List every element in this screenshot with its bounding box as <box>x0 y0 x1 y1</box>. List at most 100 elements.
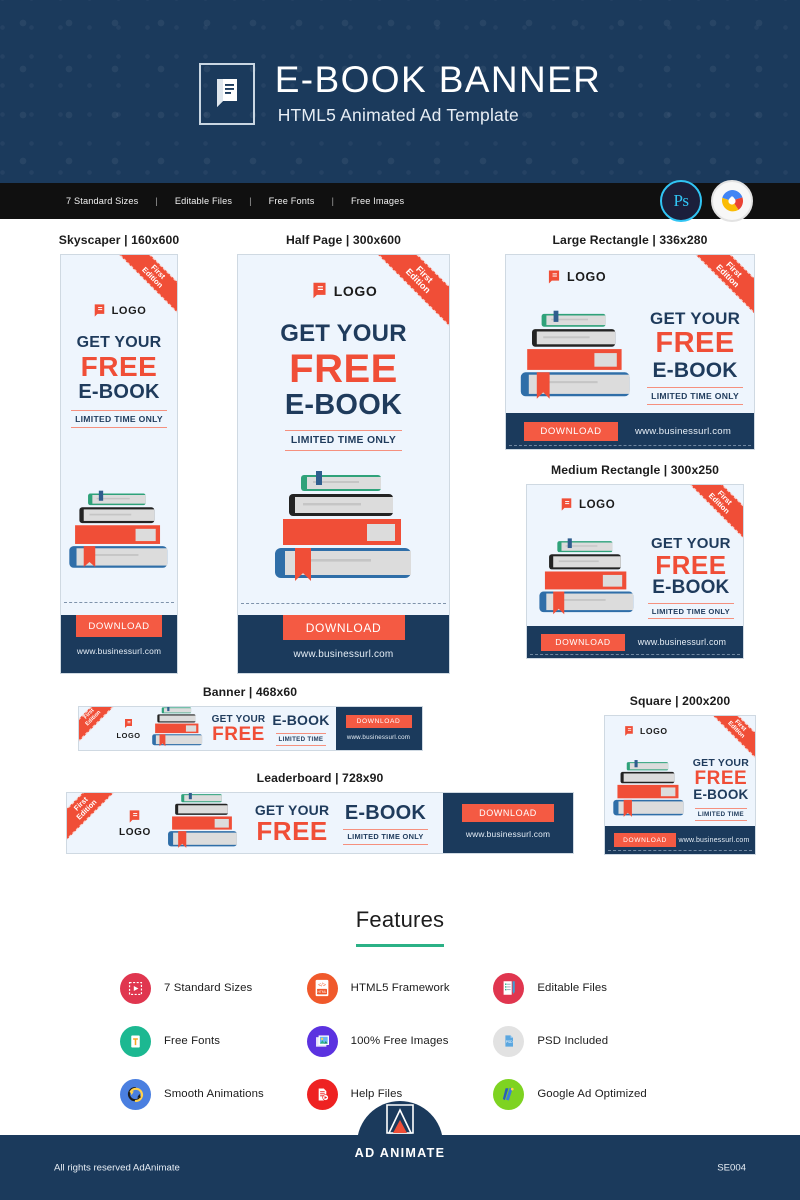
ad-medium-rectangle[interactable]: First Edition LOGO GET YOUR FREE E-BOOK … <box>526 484 744 659</box>
headline-free: FREE <box>655 327 735 360</box>
ribbon-first-edition: First Edition <box>704 716 755 762</box>
limited-time-label: LIMITED TIME ONLY <box>284 429 403 451</box>
limited-time-label: LIMITED TIME ONLY <box>71 410 167 429</box>
footer-brand-block: AD ANIMATE <box>330 1099 470 1160</box>
headline-ebook: E-BOOK <box>652 358 738 382</box>
footer: AD ANIMATE All rights reserved AdAnimate… <box>0 1101 800 1200</box>
preview-label-large-rectangle: Large Rectangle | 336x280 <box>552 233 708 247</box>
feature-bar-separator: | <box>249 195 252 207</box>
feature-label: Free Fonts <box>164 1035 221 1048</box>
headline-get-your: GET YOUR <box>650 309 741 329</box>
feature-label: Google Ad Optimized <box>537 1088 647 1101</box>
feature-item-images: 100% Free Images <box>306 1025 494 1057</box>
feature-item-editable: Editable Files <box>493 972 680 1004</box>
feature-label: Editable Files <box>537 982 608 995</box>
headline-free: FREE <box>256 816 328 846</box>
headline-ebook: E-BOOK <box>652 577 730 599</box>
feature-label: 100% Free Images <box>350 1035 449 1048</box>
features-divider <box>356 944 444 947</box>
ad-banner[interactable]: First Edition LOGO GET YOUR FREE E-BOOK … <box>77 706 423 751</box>
limited-time-label: LIMITED TIME ONLY <box>343 828 428 845</box>
svg-text:</>: </> <box>318 983 326 989</box>
logo-word: LOGO <box>640 726 668 736</box>
download-button[interactable]: DOWNLOAD <box>76 615 162 637</box>
book-stack-illustration <box>269 469 419 590</box>
ad-large-rectangle[interactable]: First Edition LOGO GET YOUR FREE E-BOOK … <box>505 254 755 450</box>
headline-free: FREE <box>289 347 398 391</box>
logo-book-icon <box>94 304 104 317</box>
download-button[interactable]: DOWNLOAD <box>541 633 625 651</box>
headline-free: FREE <box>694 768 748 790</box>
limited-time-label: LIMITED TIME <box>275 732 327 746</box>
feature-bar-separator: | <box>331 195 334 207</box>
sizes-icon <box>120 972 151 1004</box>
ad-skyscraper[interactable]: First Edition LOGO GET YOUR FREE E-BOOK … <box>60 254 178 674</box>
download-button[interactable]: DOWNLOAD <box>282 615 405 640</box>
photoshop-badge[interactable]: Ps <box>660 180 702 222</box>
preview-label-square: Square | 200x200 <box>629 694 731 708</box>
ad-leaderboard[interactable]: First Edition LOGO GET YOUR FREE E-BOOK … <box>66 792 574 854</box>
features-title: Features <box>355 907 445 932</box>
images-icon <box>306 1025 338 1057</box>
limited-time-label: LIMITED TIME <box>694 808 747 821</box>
logo-word: LOGO <box>111 304 147 317</box>
logo-book-icon <box>625 726 633 736</box>
logo-book-icon <box>313 282 326 299</box>
page-title: E-BOOK BANNER <box>274 58 602 100</box>
animations-icon <box>120 1078 151 1110</box>
book-icon <box>216 78 237 107</box>
footer-brand-name: AD ANIMATE <box>354 1146 446 1160</box>
feature-item-html5: </> HTML HTML5 Framework <box>306 972 494 1004</box>
download-button[interactable]: DOWNLOAD <box>345 715 412 728</box>
ribbon-first-edition: First Edition <box>78 707 120 746</box>
ad-square[interactable]: First Edition LOGO GET YOUR FREE E-BOOK … <box>604 715 756 855</box>
preview-square: Square | 200x200 First Edition LOGO GET … <box>592 694 768 855</box>
feature-bar: 7 Standard Sizes | Editable Files | Free… <box>0 180 800 222</box>
book-stack-illustration <box>165 793 241 853</box>
feature-item-googlead: Google Ad Optimized <box>493 1078 680 1110</box>
svg-text:PSD: PSD <box>506 1040 513 1044</box>
headline-ebook: E-BOOK <box>344 801 427 824</box>
book-stack-illustration <box>516 309 636 407</box>
url-label: www.businessurl.com <box>465 829 551 839</box>
logo-book-icon <box>125 718 133 728</box>
download-button[interactable]: DOWNLOAD <box>462 804 554 822</box>
hero-banner: E-BOOK BANNER HTML5 Animated Ad Template <box>0 0 800 183</box>
feature-label: Smooth Animations <box>164 1088 264 1101</box>
feature-item-psd: PSD PSD Included <box>493 1025 680 1057</box>
logo-book-icon <box>548 270 560 284</box>
feature-bar-item-0: 7 Standard Sizes <box>66 196 139 206</box>
url-label: www.businessurl.com <box>76 646 162 656</box>
book-stack-illustration <box>150 707 205 750</box>
preview-label-leaderboard: Leaderboard | 728x90 <box>256 771 384 785</box>
google-badge[interactable] <box>711 180 753 222</box>
photoshop-badge-label: Ps <box>673 191 689 210</box>
preview-halfpage: Half Page | 300x600 First Edition LOGO G… <box>236 233 451 674</box>
features-grid: 7 Standard Sizes </> HTML HTML5 Framework… <box>120 972 680 1110</box>
book-stack-illustration <box>610 759 688 824</box>
fonts-icon <box>120 1025 151 1057</box>
preview-label-banner: Banner | 468x60 <box>202 685 298 699</box>
headline-ebook: E-BOOK <box>693 787 749 803</box>
feature-label: PSD Included <box>537 1035 609 1048</box>
headline-ebook: E-BOOK <box>272 711 330 728</box>
hero-logo-frame <box>198 62 255 125</box>
logo-word: LOGO <box>116 730 141 740</box>
url-label: www.businessurl.com <box>634 425 732 437</box>
logo-book-icon <box>561 498 572 511</box>
download-button[interactable]: DOWNLOAD <box>614 833 676 847</box>
logo-word: LOGO <box>119 826 151 838</box>
url-label: www.businessurl.com <box>293 649 394 660</box>
ad-halfpage[interactable]: First Edition LOGO GET YOUR FREE E-BOOK … <box>237 254 450 674</box>
html5-icon: </> HTML <box>306 972 338 1004</box>
preview-label-medium-rectangle: Medium Rectangle | 300x250 <box>551 463 719 477</box>
feature-item-sizes: 7 Standard Sizes <box>120 972 307 1004</box>
limited-time-label: LIMITED TIME ONLY <box>647 387 743 405</box>
feature-bar-item-1: Editable Files <box>174 196 233 206</box>
preview-banner: Banner | 468x60 First Edition LOGO GET Y… <box>75 685 425 751</box>
download-button[interactable]: DOWNLOAD <box>524 421 618 441</box>
footer-code: SE004 <box>717 1162 746 1173</box>
ad-animate-logo <box>386 1104 414 1134</box>
headline-get-your: GET YOUR <box>76 334 162 351</box>
googlead-icon <box>493 1078 525 1110</box>
